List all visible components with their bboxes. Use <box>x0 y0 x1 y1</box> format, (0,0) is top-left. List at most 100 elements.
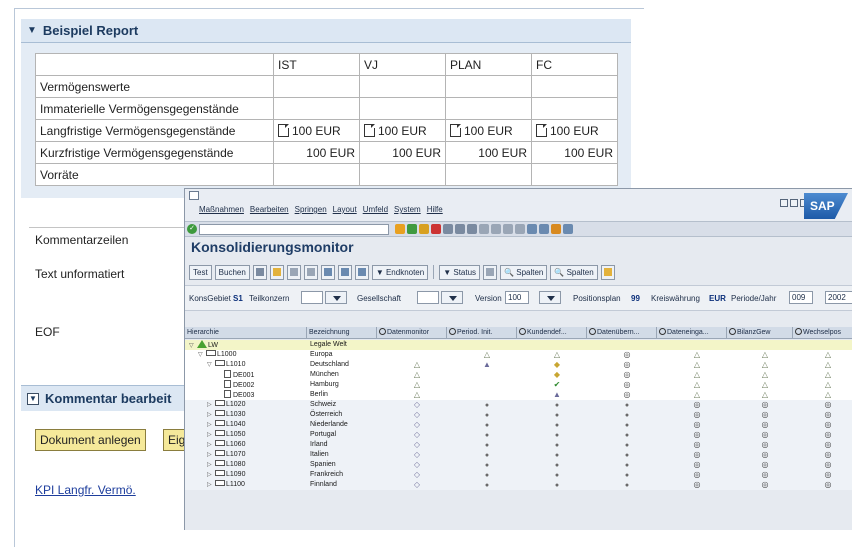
expand-toggle-icon[interactable]: ▷ <box>207 440 215 450</box>
status-diamond-icon[interactable] <box>412 450 422 460</box>
command-field[interactable] <box>199 224 389 235</box>
cancel-icon[interactable] <box>431 224 441 234</box>
checkmark-icon[interactable] <box>552 380 562 390</box>
status-dot-icon[interactable] <box>482 430 492 440</box>
status-circle-icon[interactable] <box>823 440 833 450</box>
status-circle-icon[interactable] <box>692 430 702 440</box>
version-input[interactable]: 100 <box>505 291 529 304</box>
column-header-kundendef[interactable]: Kundendef... <box>517 327 587 339</box>
periode-input[interactable]: 009 <box>789 291 813 304</box>
menu-item-system[interactable]: System <box>394 205 421 214</box>
status-diamond-icon[interactable] <box>412 430 422 440</box>
status-triangle-icon[interactable] <box>692 350 702 360</box>
status-dot-icon[interactable] <box>622 460 632 470</box>
status-triangle-icon[interactable] <box>823 370 833 380</box>
status-circle-icon[interactable] <box>692 400 702 410</box>
teilkonzern-dropdown[interactable] <box>325 291 347 304</box>
tree-row[interactable]: ▷ L1100 Finnland <box>185 480 852 490</box>
legend-button[interactable] <box>483 264 498 280</box>
tree-row[interactable]: DE003 Berlin <box>185 390 852 400</box>
status-dot-icon[interactable] <box>482 480 492 490</box>
status-dot-icon[interactable] <box>482 440 492 450</box>
status-triangle-icon[interactable] <box>823 350 833 360</box>
status-circle-icon[interactable] <box>760 420 770 430</box>
status-triangle-icon[interactable] <box>760 360 770 370</box>
tree-row[interactable]: ▷ L1070 Italien <box>185 450 852 460</box>
expand-toggle-icon[interactable]: ▷ <box>207 410 215 420</box>
find-icon[interactable] <box>455 224 465 234</box>
status-circle-icon[interactable] <box>760 450 770 460</box>
next-page-icon[interactable] <box>503 224 513 234</box>
status-diamond-icon[interactable] <box>412 480 422 490</box>
collapse-triangle-icon[interactable]: ▼ <box>27 25 37 36</box>
expand-toggle-icon[interactable]: ▷ <box>207 420 215 430</box>
status-circle-icon[interactable] <box>692 460 702 470</box>
status-triangle-icon[interactable] <box>692 370 702 380</box>
status-lock-icon[interactable] <box>552 390 562 400</box>
status-triangle-icon[interactable] <box>692 380 702 390</box>
status-circle-icon[interactable] <box>760 430 770 440</box>
collapse-button[interactable] <box>303 264 318 280</box>
tree-row[interactable]: ▽ L1000 Europa <box>185 350 852 360</box>
status-circle-icon[interactable] <box>622 360 632 370</box>
maximize-icon[interactable] <box>790 199 798 207</box>
expand-toggle-icon[interactable]: ▽ <box>207 360 215 370</box>
minimize-icon[interactable] <box>780 199 788 207</box>
status-diamond-icon[interactable] <box>412 400 422 410</box>
status-triangle-icon[interactable] <box>412 390 422 400</box>
status-triangle-icon[interactable] <box>760 350 770 360</box>
status-dot-icon[interactable] <box>622 420 632 430</box>
save-icon[interactable] <box>395 224 405 234</box>
status-diamond-icon[interactable] <box>412 410 422 420</box>
report-header[interactable]: ▼ Beispiel Report <box>21 19 631 43</box>
status-dot-icon[interactable] <box>622 400 632 410</box>
status-circle-icon[interactable] <box>760 400 770 410</box>
jahr-input[interactable]: 2002 <box>825 291 852 304</box>
grid-button[interactable] <box>320 264 335 280</box>
columns-zoom-button[interactable]: 🔍 Spalten <box>500 264 548 280</box>
first-page-icon[interactable] <box>479 224 489 234</box>
status-circle-icon[interactable] <box>692 410 702 420</box>
status-triangle-icon[interactable] <box>760 370 770 380</box>
print-button[interactable] <box>252 264 267 280</box>
test-button[interactable]: Test <box>189 264 212 280</box>
status-triangle-icon[interactable] <box>760 390 770 400</box>
status-circle-icon[interactable] <box>760 410 770 420</box>
endknoten-filter-button[interactable]: ▼ Endknoten <box>371 264 429 280</box>
collapse-toggle-icon[interactable]: ▼ <box>27 392 39 405</box>
status-dot-icon[interactable] <box>552 450 562 460</box>
document-icon[interactable] <box>278 123 289 137</box>
tree-node[interactable]: ▷ L1020 <box>207 400 245 410</box>
status-circle-icon[interactable] <box>692 450 702 460</box>
status-circle-icon[interactable] <box>823 400 833 410</box>
status-dot-icon[interactable] <box>622 410 632 420</box>
column-header-dateneinga[interactable]: Dateneinga... <box>657 327 727 339</box>
new-session-icon[interactable] <box>527 224 537 234</box>
status-dot-icon[interactable] <box>552 480 562 490</box>
status-dot-icon[interactable] <box>552 400 562 410</box>
previous-page-icon[interactable] <box>491 224 501 234</box>
column-header-datenuebern[interactable]: Datenübern... <box>587 327 657 339</box>
status-flag-icon[interactable] <box>552 360 562 370</box>
status-circle-icon[interactable] <box>760 480 770 490</box>
status-circle-icon[interactable] <box>823 480 833 490</box>
status-triangle-icon[interactable] <box>412 380 422 390</box>
shortcut-icon[interactable] <box>539 224 549 234</box>
export-button[interactable] <box>600 264 615 280</box>
tree-node[interactable]: ▷ L1060 <box>207 440 245 450</box>
expand-toggle-icon[interactable]: ▷ <box>207 470 215 480</box>
status-circle-icon[interactable] <box>823 430 833 440</box>
status-diamond-icon[interactable] <box>412 440 422 450</box>
column-header-hierarchie[interactable]: Hierarchie <box>185 327 307 339</box>
status-dot-icon[interactable] <box>482 400 492 410</box>
tree-node[interactable]: ▷ L1100 <box>207 480 245 490</box>
teilkonzern-input[interactable] <box>301 291 323 304</box>
tree-node[interactable]: ▽ L1000 <box>198 350 236 360</box>
status-lock-icon[interactable] <box>482 360 492 370</box>
column-header-period-init[interactable]: Period. Init. <box>447 327 517 339</box>
tree-node[interactable]: ▽ L1010 <box>207 360 245 370</box>
document-icon[interactable] <box>536 123 547 137</box>
tree-node[interactable]: ▷ L1080 <box>207 460 245 470</box>
exit-icon[interactable] <box>419 224 429 234</box>
column-header-bilanzgew[interactable]: BilanzGew <box>727 327 793 339</box>
